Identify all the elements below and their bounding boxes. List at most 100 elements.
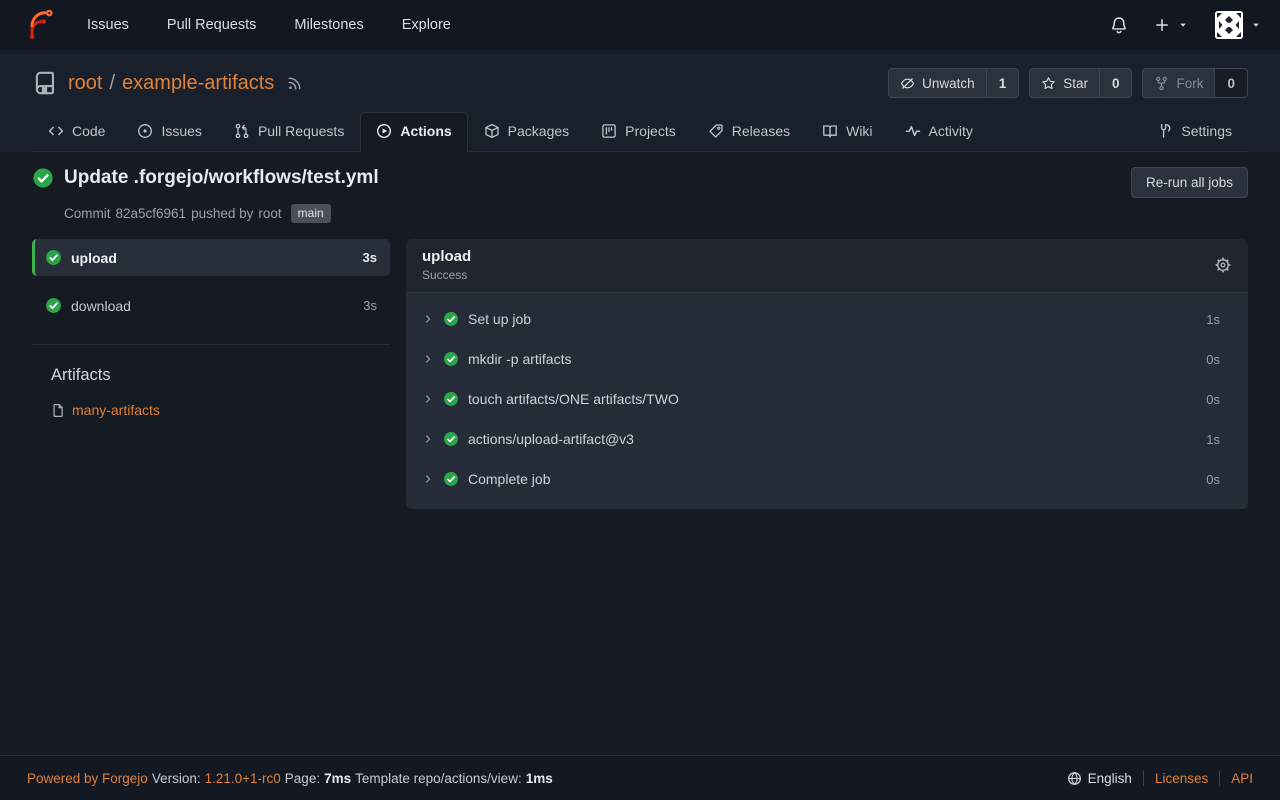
tab-code[interactable]: Code xyxy=(32,112,121,151)
tab-activity[interactable]: Activity xyxy=(889,112,989,151)
repo-tabs: Code Issues Pull Requests Actions Packag… xyxy=(32,112,1248,152)
repo-owner-link[interactable]: root xyxy=(68,72,102,95)
job-item-download[interactable]: download 3s xyxy=(32,287,390,324)
step-label: touch artifacts/ONE artifacts/TWO xyxy=(468,391,679,407)
branch-badge[interactable]: main xyxy=(291,204,331,223)
check-circle-icon xyxy=(443,311,459,327)
step-row-touch[interactable]: touch artifacts/ONE artifacts/TWO 0s xyxy=(406,379,1248,419)
repo-name-link[interactable]: example-artifacts xyxy=(122,72,274,95)
artifacts-heading: Artifacts xyxy=(51,366,390,385)
powered-by-link[interactable]: Powered by Forgejo xyxy=(27,771,148,786)
nav-pull-requests[interactable]: Pull Requests xyxy=(148,3,275,47)
page-footer: Powered by Forgejo Version: 1.21.0+1-rc0… xyxy=(0,755,1280,800)
job-name: download xyxy=(71,298,131,314)
step-row-mkdir[interactable]: mkdir -p artifacts 0s xyxy=(406,339,1248,379)
nav-explore[interactable]: Explore xyxy=(383,3,470,47)
version-link[interactable]: 1.21.0+1-rc0 xyxy=(205,771,281,786)
stars-count[interactable]: 0 xyxy=(1099,69,1132,97)
page-time-label: Page: xyxy=(285,771,320,786)
star-button-group: Star 0 xyxy=(1029,68,1132,98)
rerun-all-jobs-button[interactable]: Re-run all jobs xyxy=(1131,167,1248,198)
licenses-link[interactable]: Licenses xyxy=(1155,771,1208,786)
step-row-upload-artifact[interactable]: actions/upload-artifact@v3 1s xyxy=(406,419,1248,459)
tab-wiki[interactable]: Wiki xyxy=(806,112,888,151)
chevron-down-icon xyxy=(1250,19,1262,31)
artifact-link-many-artifacts[interactable]: many-artifacts xyxy=(51,402,390,418)
job-options-button[interactable] xyxy=(1214,256,1232,274)
job-item-upload[interactable]: upload 3s xyxy=(32,239,390,276)
page-time-value: 7ms xyxy=(324,771,351,786)
tab-issues-label: Issues xyxy=(161,123,201,139)
rss-feed-button[interactable] xyxy=(286,75,303,92)
job-detail-title: upload xyxy=(422,248,471,265)
breadcrumb-separator: / xyxy=(109,72,115,95)
unwatch-label: Unwatch xyxy=(922,76,975,91)
nav-milestones[interactable]: Milestones xyxy=(275,3,382,47)
tab-settings[interactable]: Settings xyxy=(1141,112,1248,151)
tab-packages-label: Packages xyxy=(508,123,569,139)
check-circle-icon xyxy=(443,431,459,447)
create-new-button[interactable] xyxy=(1154,17,1189,33)
tab-actions-label: Actions xyxy=(400,123,451,139)
check-circle-icon xyxy=(443,471,459,487)
star-label: Star xyxy=(1063,76,1088,91)
run-status-check-icon xyxy=(32,167,54,189)
job-status-text: Success xyxy=(422,268,471,282)
language-menu-button[interactable]: English xyxy=(1067,771,1132,786)
job-duration: 3s xyxy=(363,250,377,265)
tab-wiki-label: Wiki xyxy=(846,123,872,139)
tab-packages[interactable]: Packages xyxy=(468,112,585,151)
fork-button[interactable]: Fork xyxy=(1143,69,1214,97)
template-time-label: Template repo/actions/view: xyxy=(355,771,522,786)
bell-icon xyxy=(1110,16,1128,34)
artifact-name: many-artifacts xyxy=(72,402,160,418)
chevron-right-icon xyxy=(422,473,434,485)
profile-menu-button[interactable] xyxy=(1215,11,1262,39)
language-label: English xyxy=(1088,771,1132,786)
tab-actions[interactable]: Actions xyxy=(360,112,467,152)
artifacts-section: Artifacts many-artifacts xyxy=(32,366,390,418)
chevron-right-icon xyxy=(422,353,434,365)
rss-icon xyxy=(286,75,303,92)
pulse-icon xyxy=(905,123,921,139)
job-duration: 3s xyxy=(363,298,377,313)
template-time-value: 1ms xyxy=(526,771,553,786)
tab-releases[interactable]: Releases xyxy=(692,112,806,151)
api-link[interactable]: API xyxy=(1231,771,1253,786)
play-circle-icon xyxy=(376,123,392,139)
git-fork-icon xyxy=(1154,76,1169,91)
repo-header: root / example-artifacts Unwatch 1 Star … xyxy=(0,50,1280,152)
tab-projects[interactable]: Projects xyxy=(585,112,692,151)
tab-activity-label: Activity xyxy=(929,123,973,139)
step-row-set-up-job[interactable]: Set up job 1s xyxy=(406,299,1248,339)
forgejo-logo[interactable] xyxy=(18,10,68,40)
watchers-count[interactable]: 1 xyxy=(986,69,1019,97)
step-duration: 0s xyxy=(1206,392,1220,407)
project-board-icon xyxy=(601,123,617,139)
tab-pull-requests[interactable]: Pull Requests xyxy=(218,112,360,151)
notifications-button[interactable] xyxy=(1110,16,1128,34)
check-circle-icon xyxy=(443,391,459,407)
divider xyxy=(32,344,390,345)
nav-issues[interactable]: Issues xyxy=(68,3,148,47)
star-button[interactable]: Star xyxy=(1030,69,1099,97)
chevron-right-icon xyxy=(422,433,434,445)
tab-code-label: Code xyxy=(72,123,105,139)
breadcrumb: root / example-artifacts xyxy=(68,72,274,95)
tab-issues[interactable]: Issues xyxy=(121,112,217,151)
chevron-right-icon xyxy=(422,313,434,325)
step-label: mkdir -p artifacts xyxy=(468,351,571,367)
footer-links: English Licenses API xyxy=(1067,771,1253,786)
avatar xyxy=(1215,11,1243,39)
commit-sha-link[interactable]: 82a5cf6961 xyxy=(116,206,187,221)
check-circle-icon xyxy=(45,249,62,266)
forks-count[interactable]: 0 xyxy=(1214,69,1247,97)
divider xyxy=(1219,771,1220,786)
unwatch-button[interactable]: Unwatch xyxy=(889,69,986,97)
step-label: Set up job xyxy=(468,311,531,327)
check-circle-icon xyxy=(443,351,459,367)
gear-icon xyxy=(1214,256,1232,274)
step-row-complete-job[interactable]: Complete job 0s xyxy=(406,459,1248,499)
version-label: Version: xyxy=(152,771,201,786)
plus-icon xyxy=(1154,17,1170,33)
